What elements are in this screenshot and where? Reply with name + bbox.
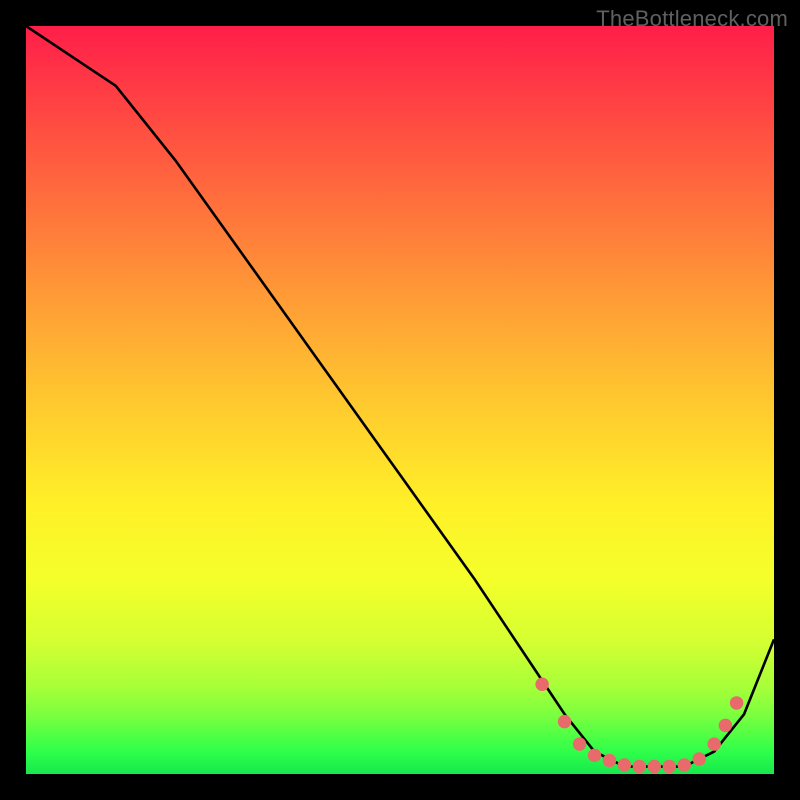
bottleneck-curve	[26, 26, 774, 767]
watermark-text: TheBottleneck.com	[596, 6, 788, 32]
marker-dot	[633, 760, 646, 773]
marker-dot	[663, 760, 676, 773]
marker-dot	[678, 758, 691, 771]
chart-svg	[26, 26, 774, 774]
marker-group	[535, 678, 743, 774]
chart-frame: TheBottleneck.com	[0, 0, 800, 800]
marker-dot	[692, 752, 705, 765]
marker-dot	[730, 696, 743, 709]
marker-dot	[558, 715, 571, 728]
marker-dot	[535, 678, 548, 691]
marker-dot	[603, 754, 616, 767]
plot-area	[26, 26, 774, 774]
marker-dot	[719, 719, 732, 732]
marker-dot	[707, 737, 720, 750]
marker-dot	[588, 749, 601, 762]
marker-dot	[573, 737, 586, 750]
marker-dot	[648, 760, 661, 773]
marker-dot	[618, 758, 631, 771]
